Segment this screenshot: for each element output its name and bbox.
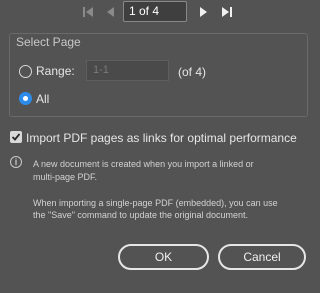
first-page-icon[interactable] bbox=[80, 4, 96, 20]
info-icon: i bbox=[10, 156, 22, 168]
last-page-icon[interactable] bbox=[219, 4, 235, 20]
select-page-title: Select Page bbox=[16, 35, 81, 49]
info-text-line-1: A new document is created when you impor… bbox=[33, 159, 254, 169]
page-navigation: 1 of 4 bbox=[0, 0, 317, 24]
range-input[interactable]: 1-1 bbox=[86, 60, 169, 81]
all-radio[interactable] bbox=[19, 92, 32, 105]
page-number-field[interactable]: 1 of 4 bbox=[123, 1, 187, 22]
info-text-line-4: the "Save" command to update the origina… bbox=[33, 210, 249, 220]
cancel-button[interactable]: Cancel bbox=[218, 244, 306, 270]
range-radio[interactable] bbox=[19, 65, 32, 78]
previous-page-icon[interactable] bbox=[103, 4, 119, 20]
checkmark-icon bbox=[11, 133, 21, 141]
range-suffix: (of 4) bbox=[178, 65, 207, 79]
import-links-checkbox[interactable] bbox=[10, 131, 22, 143]
info-text-line-2: multi-page PDF. bbox=[33, 172, 98, 182]
range-label[interactable]: Range: bbox=[36, 64, 75, 78]
info-text-line-3: When importing a single-page PDF (embedd… bbox=[33, 198, 278, 208]
all-label[interactable]: All bbox=[36, 92, 49, 106]
import-links-label[interactable]: Import PDF pages as links for optimal pe… bbox=[26, 131, 297, 145]
next-page-icon[interactable] bbox=[195, 4, 211, 20]
ok-button[interactable]: OK bbox=[118, 244, 209, 270]
